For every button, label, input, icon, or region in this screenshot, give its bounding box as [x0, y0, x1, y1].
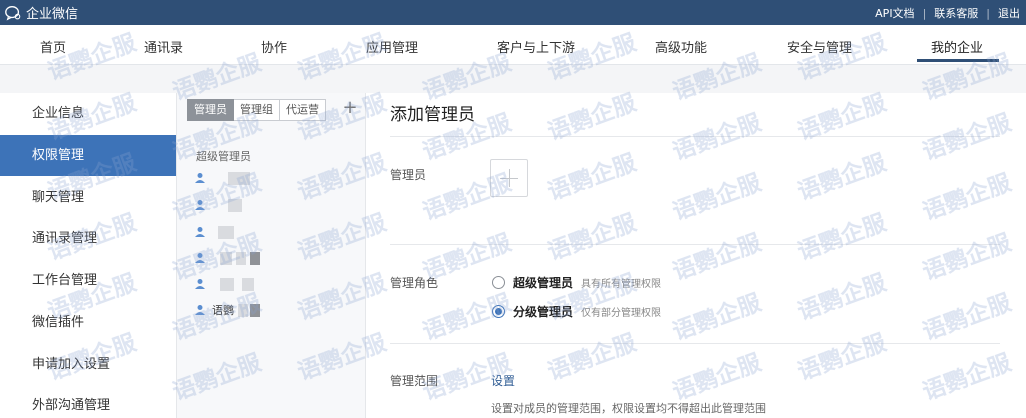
radio-super-admin[interactable] — [492, 276, 505, 289]
page-title: 添加管理员 — [390, 105, 475, 125]
scope-description: 设置对成员的管理范围，权限设置均不得超出此管理范围 — [491, 402, 766, 415]
redacted-name — [228, 198, 242, 212]
nav-item-app-management[interactable]: 应用管理 — [366, 37, 418, 56]
redacted-name — [238, 303, 248, 317]
list-item[interactable] — [194, 169, 354, 187]
redacted-name — [228, 171, 250, 185]
contact-support-link[interactable]: 联系客服 — [934, 5, 978, 21]
redacted-name — [220, 277, 234, 291]
admin-tabs: 管理员 管理组 代运营 — [187, 99, 326, 121]
add-admin-member-button[interactable] — [490, 159, 528, 197]
admin-field-label: 管理员 — [390, 168, 427, 182]
list-item[interactable] — [194, 249, 354, 267]
top-bar: 企业微信 API文档 | 联系客服 | 退出 — [0, 0, 1026, 25]
add-admin-button[interactable]: + — [340, 99, 360, 119]
sidebar-item-contacts-management[interactable]: 通讯录管理 — [0, 218, 176, 259]
redacted-name — [250, 303, 260, 317]
nav-item-collaboration[interactable]: 协作 — [261, 37, 287, 56]
list-item[interactable] — [194, 196, 354, 214]
sidebar-item-join-settings[interactable]: 申请加入设置 — [0, 344, 176, 385]
sidebar-item-enterprise-info[interactable]: 企业信息 — [0, 93, 176, 134]
nav-active-indicator — [917, 59, 999, 62]
nav-item-advanced[interactable]: 高级功能 — [655, 37, 707, 56]
nav-item-my-enterprise[interactable]: 我的企业 — [931, 37, 983, 56]
person-icon — [195, 200, 205, 210]
role-field-label: 管理角色 — [390, 276, 439, 290]
top-links: API文档 | 联系客服 | 退出 — [875, 5, 1020, 21]
nav-item-customers[interactable]: 客户与上下游 — [497, 37, 575, 56]
role-option-hint: 具有所有管理权限 — [581, 279, 662, 290]
api-docs-link[interactable]: API文档 — [875, 5, 914, 21]
main-nav: 首页 通讯录 协作 应用管理 客户与上下游 高级功能 安全与管理 我的企业 — [0, 25, 1026, 65]
sidebar-item-permissions[interactable]: 权限管理 — [0, 135, 176, 176]
tab-admins[interactable]: 管理员 — [187, 99, 234, 121]
tab-admin-groups[interactable]: 管理组 — [234, 99, 280, 121]
redacted-name — [220, 251, 232, 265]
role-option-sub[interactable]: 分级管理员 仅有部分管理权限 — [492, 303, 661, 320]
person-icon — [195, 227, 205, 237]
list-item[interactable] — [194, 275, 354, 293]
top-link-divider: | — [986, 6, 990, 20]
sidebar-item-wechat-plugin[interactable]: 微信插件 — [0, 302, 176, 343]
role-option-super[interactable]: 超级管理员 具有所有管理权限 — [492, 274, 661, 291]
tab-operators[interactable]: 代运营 — [280, 99, 326, 121]
logout-link[interactable]: 退出 — [998, 5, 1020, 21]
super-admin-group-label: 超级管理员 — [196, 150, 251, 163]
redacted-name — [236, 251, 246, 265]
person-icon — [195, 305, 205, 315]
list-item[interactable] — [194, 223, 354, 241]
nav-item-security[interactable]: 安全与管理 — [787, 37, 852, 56]
person-icon — [195, 253, 205, 263]
sidebar-item-chat-management[interactable]: 聊天管理 — [0, 177, 176, 218]
top-link-divider: | — [922, 6, 927, 20]
person-icon — [195, 279, 205, 289]
admin-name: 语鹦 — [212, 304, 234, 317]
role-option-hint: 仅有部分管理权限 — [581, 308, 662, 319]
redacted-name — [250, 251, 260, 265]
app-title: 企业微信 — [26, 7, 79, 22]
divider — [390, 244, 1000, 245]
nav-item-contacts[interactable]: 通讯录 — [144, 37, 183, 56]
sidebar-item-external-communication[interactable]: 外部沟通管理 — [0, 385, 176, 418]
admin-list-panel: 管理员 管理组 代运营 + 超级管理员 语鹦 — [176, 93, 366, 418]
scope-settings-link[interactable]: 设置 — [491, 372, 515, 389]
redacted-name — [218, 225, 234, 239]
sidebar-item-workbench-management[interactable]: 工作台管理 — [0, 260, 176, 301]
wecom-logo-icon — [5, 5, 21, 20]
radio-sub-admin[interactable] — [492, 305, 505, 318]
role-option-label: 超级管理员 — [513, 276, 574, 290]
list-item[interactable]: 语鹦 — [194, 301, 354, 319]
scope-field-label: 管理范围 — [390, 374, 439, 388]
role-option-label: 分级管理员 — [513, 305, 574, 319]
nav-item-home[interactable]: 首页 — [40, 37, 66, 56]
person-icon — [195, 173, 205, 183]
divider — [390, 343, 1000, 344]
add-admin-form: 添加管理员 管理员 管理角色 超级管理员 具有所有管理权限 分级管理员 仅有部分… — [366, 93, 1026, 418]
divider — [390, 136, 1000, 137]
left-sidebar: 企业信息 权限管理 聊天管理 通讯录管理 工作台管理 微信插件 申请加入设置 外… — [0, 93, 176, 418]
redacted-name — [242, 277, 254, 291]
app-logo[interactable]: 企业微信 — [4, 3, 78, 22]
